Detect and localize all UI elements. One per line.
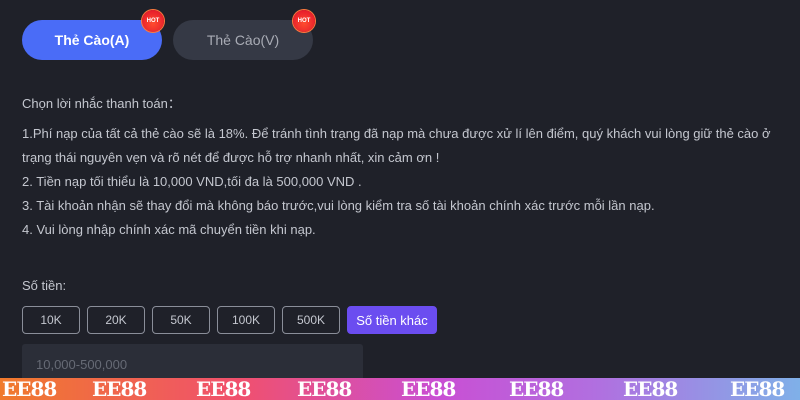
amount-20k-button[interactable]: 20K bbox=[87, 306, 145, 334]
note-item: 3. Tài khoản nhận sẽ thay đổi mà không b… bbox=[22, 198, 655, 213]
watermark-logo: EE88 bbox=[730, 378, 785, 400]
tab-label: Thẻ Cào(A) bbox=[54, 32, 130, 48]
hot-badge-icon: HOT bbox=[293, 10, 315, 32]
watermark-strip: EE88 EE88 EE88 EE88 EE88 EE88 EE88 EE88 bbox=[0, 378, 800, 400]
watermark-logo: EE88 bbox=[2, 378, 57, 400]
amount-500k-button[interactable]: 500K bbox=[282, 306, 340, 334]
payment-notes-list: 1.Phí nạp của tất cả thẻ cào sẽ là 18%. … bbox=[22, 122, 782, 242]
watermark-logo: EE88 bbox=[509, 378, 564, 400]
tab-the-cao-a[interactable]: Thẻ Cào(A) HOT bbox=[22, 10, 164, 60]
other-amount-button[interactable]: Số tiền khác bbox=[347, 306, 437, 334]
watermark-logo: EE88 bbox=[401, 378, 456, 400]
watermark-logo: EE88 bbox=[92, 378, 147, 400]
amount-10k-button[interactable]: 10K bbox=[22, 306, 80, 334]
amount-100k-button[interactable]: 100K bbox=[217, 306, 275, 334]
hot-badge-icon: HOT bbox=[142, 10, 164, 32]
amount-options: 10K 20K 50K 100K 500K Số tiền khác bbox=[22, 306, 437, 334]
recharge-panel: Thẻ Cào(A) HOT Thẻ Cào(V) HOT Chọn lời n… bbox=[0, 0, 800, 400]
amount-label: Số tiền: bbox=[22, 278, 67, 293]
payment-reminder-title: Chọn lời nhắc thanh toán： bbox=[22, 96, 181, 111]
tab-the-cao-v[interactable]: Thẻ Cào(V) HOT bbox=[173, 10, 315, 60]
watermark-logo: EE88 bbox=[297, 378, 352, 400]
note-item: 2. Tiền nạp tối thiểu là 10,000 VND,tối … bbox=[22, 174, 362, 189]
note-item: 4. Vui lòng nhập chính xác mã chuyển tiề… bbox=[22, 222, 316, 237]
tab-label: Thẻ Cào(V) bbox=[206, 32, 280, 48]
watermark-logo: EE88 bbox=[196, 378, 251, 400]
note-item: 1.Phí nạp của tất cả thẻ cào sẽ là 18%. … bbox=[22, 126, 771, 165]
amount-50k-button[interactable]: 50K bbox=[152, 306, 210, 334]
watermark-logo: EE88 bbox=[623, 378, 678, 400]
